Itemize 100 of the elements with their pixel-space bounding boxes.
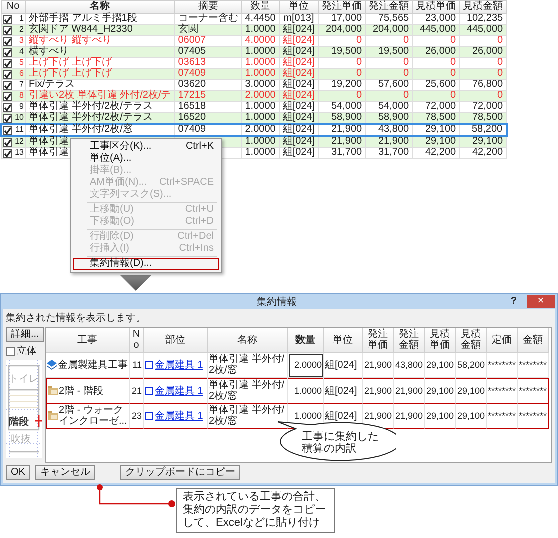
table-cell: 17215 [174,90,242,102]
row-number: 4 [18,47,24,57]
menu-label: 集約情報(D)... [90,259,152,269]
room-label: トイレ [9,374,39,385]
table-cell: 玄関 [174,24,242,36]
shortcut-label: Ctrl+SPACE [159,178,214,188]
column-header[interactable]: 発注単価 [363,328,394,353]
row-number: 13 [14,148,24,158]
column-header[interactable]: 発注金額 [366,0,413,14]
table-cell: 11 [130,353,144,378]
room-label: 吹抜 [11,434,31,445]
menu-label: 掛率(B)... [90,166,132,176]
table-cell: 組[024] [279,24,319,36]
table-cell: 21,900 [394,378,425,404]
table-cell: 29,100 [425,378,456,404]
table-cell: 31,700 [366,148,413,158]
table-cell: 2.0000 [288,353,324,378]
annotation-note: 表示されている工事の合計、集約の内訳のデータをコピーして、Excelなどに貼り付け [176,488,335,533]
shortcut-label: Ctrl+U [185,205,214,215]
table-cell: 組[024] [324,378,363,404]
column-header[interactable]: 見積金額 [456,328,487,353]
column-header[interactable]: 定価 [487,328,518,353]
dialog-button[interactable]: キャンセル [35,465,96,480]
column-header[interactable]: 摘要 [174,0,242,14]
column-header[interactable]: No [130,328,144,353]
menu-label: 行挿入(I) [90,244,130,254]
row-number: 3 [18,36,24,46]
row-number: 7 [18,80,24,90]
shortcut-label: Ctrl+Ins [179,244,214,254]
table-cell: 金属製建具工事 [58,360,128,370]
part-link[interactable]: 金属建具 1 [155,360,204,370]
dialog-button[interactable]: OK [6,465,30,480]
table-cell: 玄関ドア W844_H2330 [26,24,175,36]
table-cell: 07405 [174,46,242,58]
column-header[interactable]: 単位 [279,0,319,14]
table-cell: ******** [518,378,549,404]
row-number: 12 [14,137,24,147]
table-cell: 43,800 [394,353,425,378]
window-title: 集約情報 [256,296,298,308]
checkbox-label: 立体 [17,344,37,358]
column-header[interactable]: 名称 [208,328,288,353]
table-cell: 29,100 [456,404,487,429]
close-button[interactable]: × [527,295,555,308]
part-link[interactable]: 金属建具 1 [155,410,204,422]
table-cell: ******** [487,353,518,378]
column-header[interactable]: 見積金額 [460,0,507,14]
table-cell: 組[024] [279,46,319,58]
menu-item[interactable]: 集約情報(D)... [73,258,219,270]
table-cell: 横すべり [26,46,175,58]
shortcut-label: Ctrl+Del [178,232,214,242]
table-cell: ******** [518,353,549,378]
table-cell: 29,100 [425,353,456,378]
column-header[interactable]: 部位 [144,328,208,353]
table-cell: 引違い2枚 単体引違 外付/2枚/テ [26,90,175,102]
table-cell: 21,900 [394,404,425,429]
table-cell: ******** [487,378,518,404]
help-button[interactable]: ? [510,296,517,307]
row-number: 6 [18,69,24,79]
table-cell: 組[024] [324,353,363,378]
row-number: 2 [18,25,24,35]
room-label: 階段 [9,417,29,428]
table-cell: 58,200 [460,124,507,136]
dialog-button[interactable]: クリップボードにコピー [120,465,240,480]
table-cell: 58,200 [456,353,487,378]
table-cell: 42,200 [460,148,507,158]
table-cell: 単体引違 半外付/2枚/窓 [208,378,288,404]
menu-label: 行削除(D) [90,232,134,242]
table-cell: 1.0000 [288,378,324,404]
detail-button[interactable]: 詳細... [6,327,44,342]
table-cell: 31,700 [318,148,366,158]
table-cell: 2階 - ウォークインクローゼ... [59,405,128,427]
row-number: 5 [18,58,24,68]
column-header[interactable]: No [1,0,26,14]
table-cell: 上げ下げ 上げ下げ [26,68,175,80]
table-cell: 単体引違 半外付/2枚/窓 [208,353,288,378]
table-cell: 42,200 [412,148,460,158]
column-header[interactable]: 見積単価 [412,0,460,14]
table-cell: 23 [130,404,144,429]
row-number: 11 [14,125,24,135]
row-number: 10 [14,113,24,123]
menu-label: AM単価(N)... [90,178,148,188]
column-header[interactable]: 工事 [46,328,130,353]
column-header[interactable]: 発注金額 [394,328,425,353]
menu-label: 下移動(O) [90,217,134,227]
table-cell: 組[024] [279,90,319,102]
column-header[interactable]: 単位 [324,328,363,353]
table-cell: 2階 - 階段 [59,386,104,396]
column-header[interactable]: 数量 [288,328,324,353]
table-cell: 1.0000 [242,148,280,158]
column-header[interactable]: 数量 [242,0,280,14]
table-cell: 07409 [174,68,242,80]
column-header[interactable]: 名称 [26,0,175,14]
shortcut-label: Ctrl+K [186,142,214,152]
table-cell: 29,100 [456,378,487,404]
menu-label: 上移動(U) [90,205,134,215]
row-number: 8 [18,91,24,101]
column-header[interactable]: 発注単価 [318,0,366,14]
column-header[interactable]: 金額 [518,328,549,353]
table-cell: 21,900 [363,353,394,378]
column-header[interactable]: 見積単価 [425,328,456,353]
